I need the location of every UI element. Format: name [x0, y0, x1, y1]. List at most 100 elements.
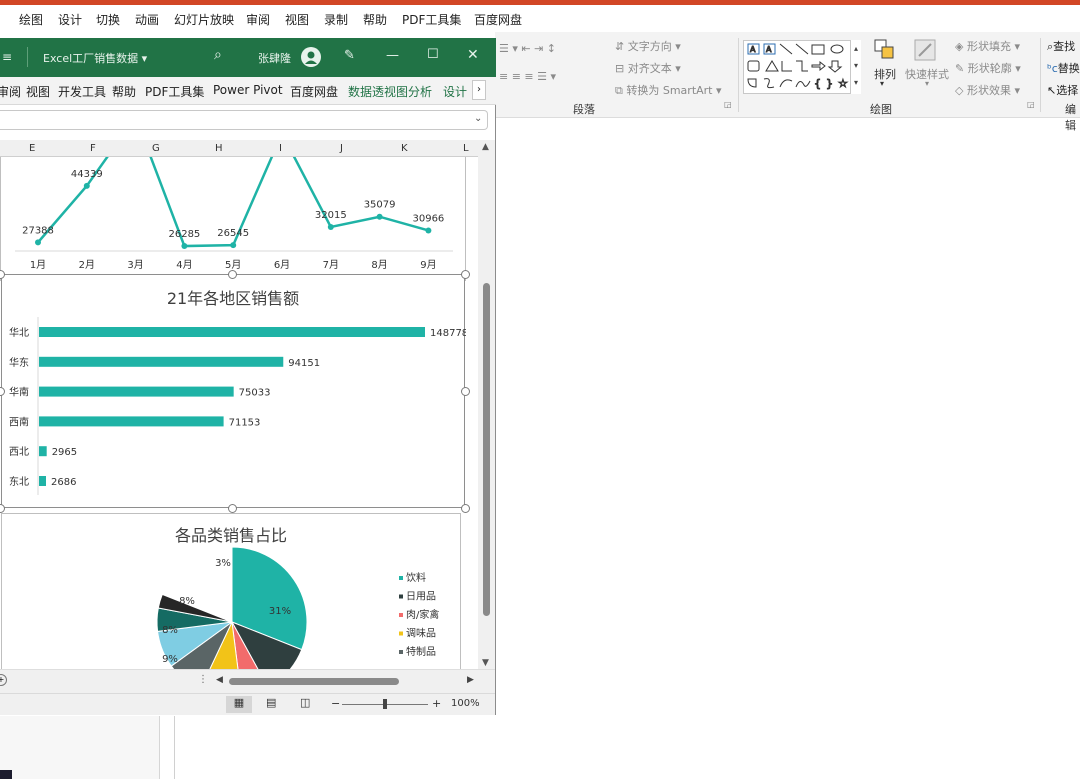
- align-text-icon: ⊟: [615, 62, 628, 75]
- ppt-menu-item[interactable]: 幻灯片放映: [174, 11, 234, 28]
- column-header[interactable]: F: [90, 143, 96, 154]
- vertical-scrollbar[interactable]: ▲ ▼: [478, 140, 495, 669]
- quick-access-menu-icon[interactable]: ≡: [2, 50, 12, 64]
- shape-effects-button[interactable]: ◇ 形状效果 ▾: [955, 82, 1020, 98]
- zoom-level[interactable]: 100%: [451, 698, 480, 709]
- minimize-icon[interactable]: —: [386, 48, 399, 63]
- shape-outline-button[interactable]: ✎ 形状轮廓 ▾: [955, 60, 1021, 76]
- ppt-menu-item[interactable]: 审阅: [246, 11, 270, 28]
- normal-view-icon[interactable]: ▦: [226, 696, 252, 713]
- column-header[interactable]: J: [340, 143, 343, 154]
- tab-power-pivot[interactable]: Power Pivot: [213, 83, 283, 97]
- avatar[interactable]: [301, 47, 321, 67]
- dialog-launcher-icon[interactable]: ◲: [724, 100, 732, 109]
- tabs-scroll-right-icon[interactable]: ›: [472, 80, 486, 100]
- column-header[interactable]: K: [401, 143, 408, 154]
- taskbar-corner: [0, 770, 12, 779]
- resize-handle[interactable]: [461, 270, 470, 279]
- ppt-menu-item[interactable]: 切换: [96, 11, 120, 28]
- column-header[interactable]: G: [152, 143, 160, 154]
- data-point: [327, 223, 334, 230]
- line-chart[interactable]: 27388 44339 26285 26545 32015 35079 30966 1月 2月 3…: [0, 157, 466, 281]
- tab-design[interactable]: 设计: [443, 83, 467, 100]
- text-direction-button[interactable]: ⇵ 文字方向 ▾: [615, 38, 681, 54]
- page-break-icon[interactable]: ◫: [300, 696, 310, 709]
- align-icons[interactable]: ≡ ≡ ≡ ☰ ▾: [499, 70, 556, 83]
- tab-help[interactable]: 帮助: [112, 83, 136, 100]
- select-button[interactable]: ↖选择: [1047, 82, 1080, 98]
- ppt-menu-item[interactable]: 帮助: [363, 11, 387, 28]
- paint-bucket-icon: ◈: [955, 40, 967, 53]
- search-icon[interactable]: ⌕: [214, 47, 222, 63]
- dialog-launcher-icon[interactable]: ◲: [1027, 100, 1035, 109]
- scroll-thumb[interactable]: [483, 283, 490, 616]
- pen-icon[interactable]: ✎: [344, 48, 355, 63]
- scroll-left-icon[interactable]: ◀: [216, 675, 223, 685]
- y-tick-label: 东北: [9, 475, 29, 488]
- convert-smartart-button[interactable]: ⧉ 转换为 SmartArt ▾: [615, 82, 722, 98]
- tab-baidu-netdisk[interactable]: 百度网盘: [290, 83, 338, 100]
- list-icons[interactable]: ☰ ▾ ⇤ ⇥ ↕: [499, 42, 556, 55]
- shape-fill-button[interactable]: ◈ 形状填充 ▾: [955, 38, 1020, 54]
- zoom-slider-thumb[interactable]: [383, 699, 387, 709]
- more-icon[interactable]: ⋮: [198, 674, 208, 685]
- tab-review[interactable]: 审阅: [0, 83, 21, 100]
- scroll-up-icon[interactable]: ▲: [482, 142, 489, 152]
- scroll-down-icon[interactable]: ▼: [482, 658, 489, 668]
- horizontal-scrollbar[interactable]: + ⋮ ◀ ▶: [0, 669, 495, 693]
- bar: [39, 416, 224, 427]
- ppt-menu-item[interactable]: 绘图: [19, 11, 43, 28]
- arrange-button[interactable]: 排列: [874, 66, 896, 82]
- page-layout-icon[interactable]: ▤: [266, 696, 276, 709]
- column-header[interactable]: E: [29, 143, 35, 154]
- tab-pivotchart-analyze[interactable]: 数据透视图分析: [348, 83, 432, 100]
- shapes-gallery[interactable]: A A {} ☆: [743, 40, 861, 94]
- slice-label: 8%: [179, 596, 195, 607]
- data-label: 27388: [22, 225, 54, 236]
- y-tick-label: 华北: [9, 326, 29, 339]
- tab-pdf-tools[interactable]: PDF工具集: [145, 83, 204, 100]
- resize-handle[interactable]: [0, 504, 5, 513]
- ppt-menu-item[interactable]: 动画: [135, 11, 159, 28]
- column-header[interactable]: L: [463, 143, 469, 154]
- tab-view[interactable]: 视图: [26, 83, 50, 100]
- zoom-out-icon[interactable]: −: [331, 697, 340, 710]
- bar: [39, 327, 425, 337]
- ppt-ribbon: ☰ ▾ ⇤ ⇥ ↕ ≡ ≡ ≡ ☰ ▾ ⇵ 文字方向 ▾ ⊟ 对齐文本 ▾ ⧉ …: [495, 32, 1080, 132]
- hscroll-thumb[interactable]: [229, 678, 399, 685]
- close-icon[interactable]: ✕: [467, 47, 479, 63]
- replace-button[interactable]: ᵇc替换: [1047, 60, 1080, 76]
- data-label: 30966: [412, 213, 444, 224]
- worksheet-area[interactable]: 27388 44339 26285 26545 32015 35079 30966 1月 2月 3…: [0, 157, 478, 669]
- pie-chart[interactable]: 各品类销售占比 31% 9% 8% 8% 3% 饮料 日用品 肉/家禽 调味品 特制品: [1, 513, 461, 669]
- ppt-menu-item[interactable]: 录制: [324, 11, 348, 28]
- resize-handle[interactable]: [228, 504, 237, 513]
- find-button[interactable]: ⌕查找: [1047, 38, 1080, 54]
- shapes-gallery-scroll[interactable]: ▴ ▾ ▾: [850, 40, 861, 94]
- formula-bar[interactable]: ⌄: [0, 110, 488, 130]
- add-sheet-icon[interactable]: +: [0, 674, 7, 686]
- data-label: 2965: [52, 447, 77, 458]
- bar: [39, 386, 234, 397]
- chevron-down-icon[interactable]: ⌄: [474, 113, 482, 124]
- tab-developer[interactable]: 开发工具: [58, 83, 106, 100]
- resize-handle[interactable]: [461, 387, 470, 396]
- resize-handle[interactable]: [461, 504, 470, 513]
- resize-handle[interactable]: [228, 270, 237, 279]
- ppt-menu-item[interactable]: 视图: [285, 11, 309, 28]
- maximize-icon[interactable]: ☐: [427, 47, 439, 62]
- align-text-button[interactable]: ⊟ 对齐文本 ▾: [615, 60, 681, 76]
- ppt-menu-item[interactable]: 百度网盘: [474, 11, 522, 28]
- data-label: 75033: [239, 388, 271, 399]
- scroll-right-icon[interactable]: ▶: [467, 675, 474, 685]
- data-label: 32015: [315, 210, 347, 221]
- column-header[interactable]: I: [279, 143, 282, 154]
- y-tick-label: 西北: [9, 446, 29, 458]
- ppt-menu-item[interactable]: PDF工具集: [402, 11, 461, 28]
- ppt-menu-item[interactable]: 设计: [58, 11, 82, 28]
- workbook-title[interactable]: Excel工厂销售数据 ▾: [43, 50, 147, 66]
- zoom-in-icon[interactable]: +: [432, 697, 441, 710]
- x-tick-label: 9月: [420, 259, 436, 271]
- column-header[interactable]: H: [215, 143, 223, 154]
- bar-chart[interactable]: 21年各地区销售额 华北 148778 华东 94151 华南 75033 西南 71153 西…: [1, 274, 466, 508]
